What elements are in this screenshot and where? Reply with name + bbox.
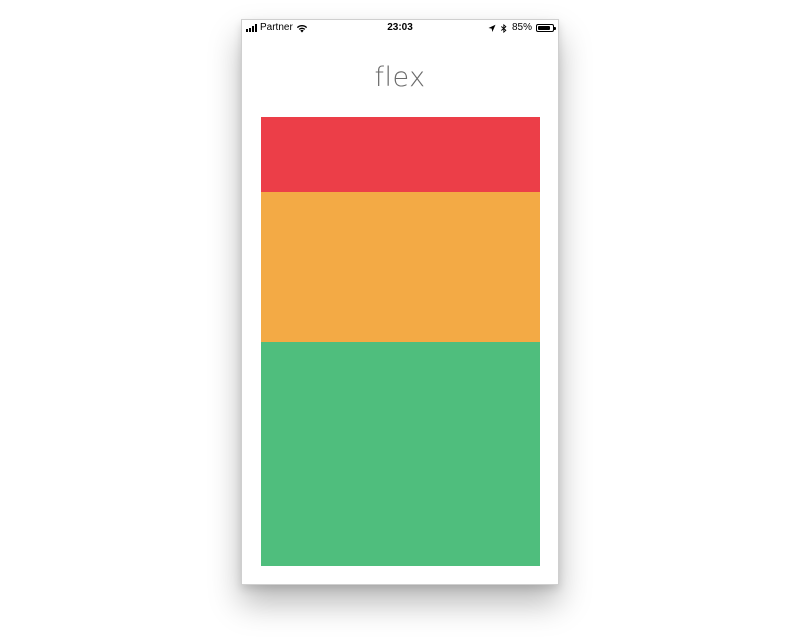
battery-percent: 85% [511, 22, 532, 33]
bluetooth-icon [500, 23, 507, 33]
battery-icon [536, 24, 556, 32]
flex-container [261, 117, 540, 566]
status-bar-right: 85% [488, 22, 556, 33]
location-arrow-icon [488, 24, 496, 32]
orange-box [261, 191, 540, 342]
battery-fill [538, 26, 550, 30]
red-box [261, 117, 540, 192]
green-box [261, 341, 540, 566]
screen-title: flex [374, 62, 426, 93]
status-bar: Partner 23:03 85% [242, 20, 558, 38]
phone-frame: Partner 23:03 85% flex [241, 19, 559, 585]
